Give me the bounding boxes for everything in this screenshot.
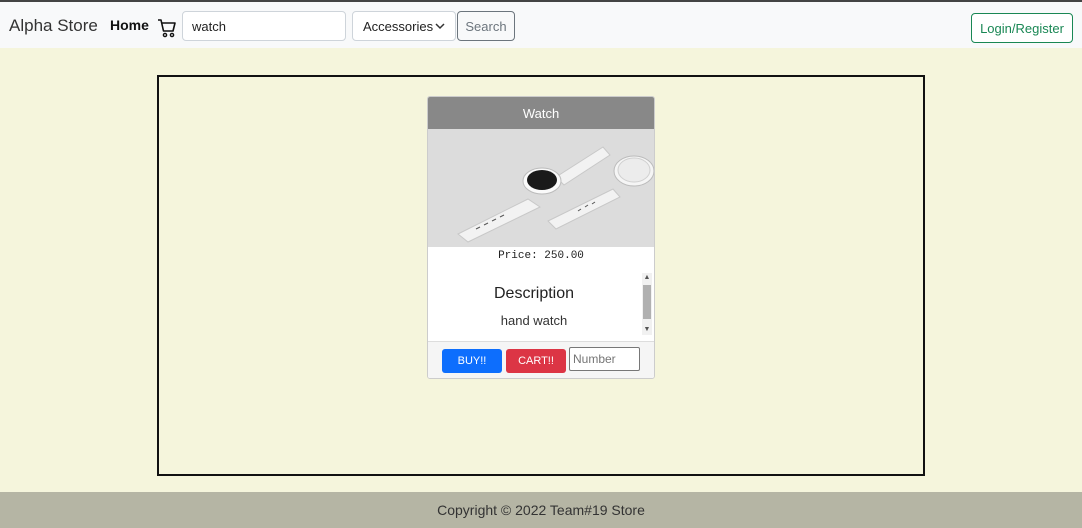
category-select[interactable]: Accessories [352,11,456,41]
add-to-cart-button[interactable]: CART!! [506,349,566,373]
category-selected-label: Accessories [363,18,434,34]
scroll-up-arrow-icon[interactable]: ▲ [642,273,652,283]
scroll-down-arrow-icon[interactable]: ▼ [642,325,652,335]
brand-logo[interactable]: Alpha Store [9,16,98,36]
product-card: Watch Price: 250.00 Description hand wat… [427,96,655,379]
home-link[interactable]: Home [110,17,149,33]
product-image [428,129,654,247]
search-input[interactable] [182,11,346,41]
description-scrollbar[interactable]: ▲ ▼ [642,273,652,335]
page-footer: Copyright © 2022 Team#19 Store [0,492,1082,528]
product-title: Watch [428,97,654,129]
description-title: Description [493,285,575,302]
scrollbar-thumb[interactable] [643,285,651,319]
buy-button[interactable]: BUY!! [442,349,502,373]
navbar: Alpha Store Home Accessories Search Logi… [0,0,1082,48]
description-text: hand watch [500,313,568,328]
card-actions: BUY!! CART!! [428,341,654,378]
copyright-text: Copyright © 2022 Team#19 Store [437,502,645,518]
chevron-down-icon [435,23,445,30]
product-price: Price: 250.00 [498,250,584,262]
cart-icon[interactable] [156,17,178,39]
search-button[interactable]: Search [457,11,515,41]
login-register-button[interactable]: Login/Register [971,13,1073,43]
quantity-input[interactable] [569,347,640,371]
description-panel[interactable]: Description hand watch ▲ ▼ [428,273,654,337]
